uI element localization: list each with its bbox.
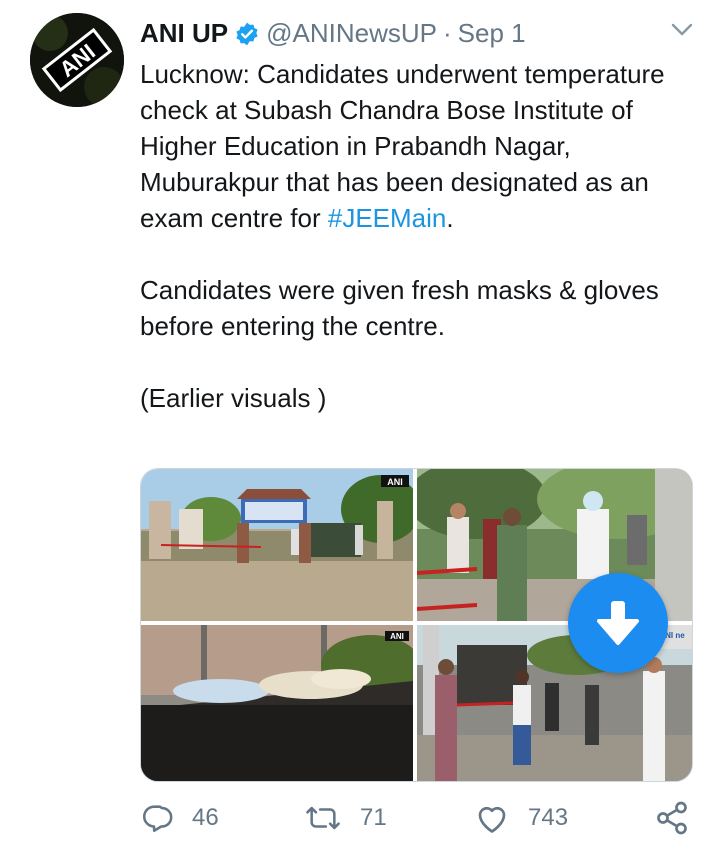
tweet-body: Lucknow: Candidates underwent temperatur… (140, 56, 700, 416)
tweet-date[interactable]: Sep 1 (458, 18, 526, 48)
share-icon (657, 801, 687, 835)
retweet-icon (306, 806, 340, 830)
chevron-down-icon[interactable] (670, 22, 694, 43)
ani-watermark: ANI (387, 477, 403, 487)
ani-logo-image: ANI (30, 13, 124, 107)
tweet-text-period: . (446, 203, 454, 233)
retweet-count: 71 (360, 804, 387, 831)
download-icon (597, 601, 639, 645)
like-icon (478, 806, 506, 833)
header-separator: · (443, 18, 452, 48)
photo-exam-centre-gate[interactable]: ANI (141, 469, 413, 621)
avatar[interactable]: ANI (30, 13, 124, 107)
hashtag-link[interactable]: #JEEMain (328, 203, 447, 233)
photo-masks-gloves[interactable]: ANI (141, 625, 413, 781)
reply-button[interactable]: 46 (140, 800, 219, 836)
tweet-actions: 46 71 743 (0, 790, 720, 840)
author-name[interactable]: ANI UP (140, 18, 228, 48)
retweet-button[interactable]: 71 (304, 800, 387, 836)
ani-watermark-2: ANI (390, 632, 404, 641)
tweet-header: ANI UP @ANINewsUP · Sep 1 (140, 14, 720, 54)
tweet-paragraph-3: (Earlier visuals ) (140, 383, 327, 413)
reply-count: 46 (192, 804, 219, 831)
like-count: 743 (528, 804, 569, 831)
share-button[interactable] (654, 800, 690, 836)
author-handle[interactable]: @ANINewsUP (266, 18, 437, 48)
reply-icon (142, 805, 173, 833)
tweet-paragraph-2: Candidates were given fresh masks & glov… (140, 275, 659, 341)
verified-badge-icon (234, 19, 260, 57)
download-button[interactable] (568, 573, 668, 673)
like-button[interactable]: 743 (474, 800, 568, 836)
tweet-paragraph-1: Lucknow: Candidates underwent temperatur… (140, 56, 700, 236)
